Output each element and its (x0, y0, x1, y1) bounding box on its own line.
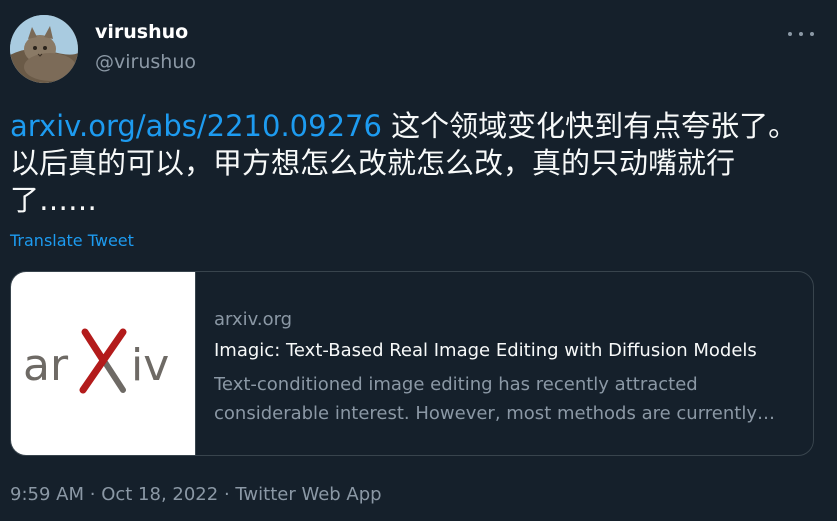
tweet: virushuo @virushuo arxiv.org/abs/2210.09… (0, 0, 837, 521)
translate-tweet-link[interactable]: Translate Tweet (10, 231, 134, 251)
link-preview-card[interactable]: ar iv arxiv.org Imagic: Text-Based Real … (10, 271, 814, 456)
tweet-source-app[interactable]: Twitter Web App (235, 484, 381, 505)
dot (810, 32, 814, 36)
arxiv-logo-image: ar iv (11, 272, 196, 455)
tweet-time[interactable]: 9:59 AM (10, 484, 84, 505)
dot (788, 32, 792, 36)
card-domain: arxiv.org (214, 309, 293, 330)
tweet-metadata: 9:59 AM · Oct 18, 2022 · Twitter Web App (10, 483, 382, 507)
svg-text:ar: ar (23, 340, 69, 391)
svg-text:iv: iv (131, 340, 169, 391)
tweet-link[interactable]: arxiv.org/abs/2210.09276 (10, 109, 382, 143)
dot (799, 32, 803, 36)
meta-separator: · (89, 484, 96, 505)
display-name[interactable]: virushuo (95, 20, 188, 44)
arxiv-logo-icon: ar iv (23, 328, 169, 394)
tweet-text: arxiv.org/abs/2210.09276 这个领域变化快到有点夸张了。以… (10, 108, 815, 219)
user-handle[interactable]: @virushuo (95, 50, 196, 74)
avatar[interactable] (10, 15, 78, 83)
cat-avatar-icon (10, 15, 78, 83)
tweet-date[interactable]: Oct 18, 2022 (101, 484, 218, 505)
card-description: Text-conditioned image editing has recen… (214, 374, 775, 424)
card-title: Imagic: Text-Based Real Image Editing wi… (214, 340, 757, 361)
more-horizontal-icon[interactable] (788, 22, 814, 46)
meta-separator: · (223, 484, 230, 505)
